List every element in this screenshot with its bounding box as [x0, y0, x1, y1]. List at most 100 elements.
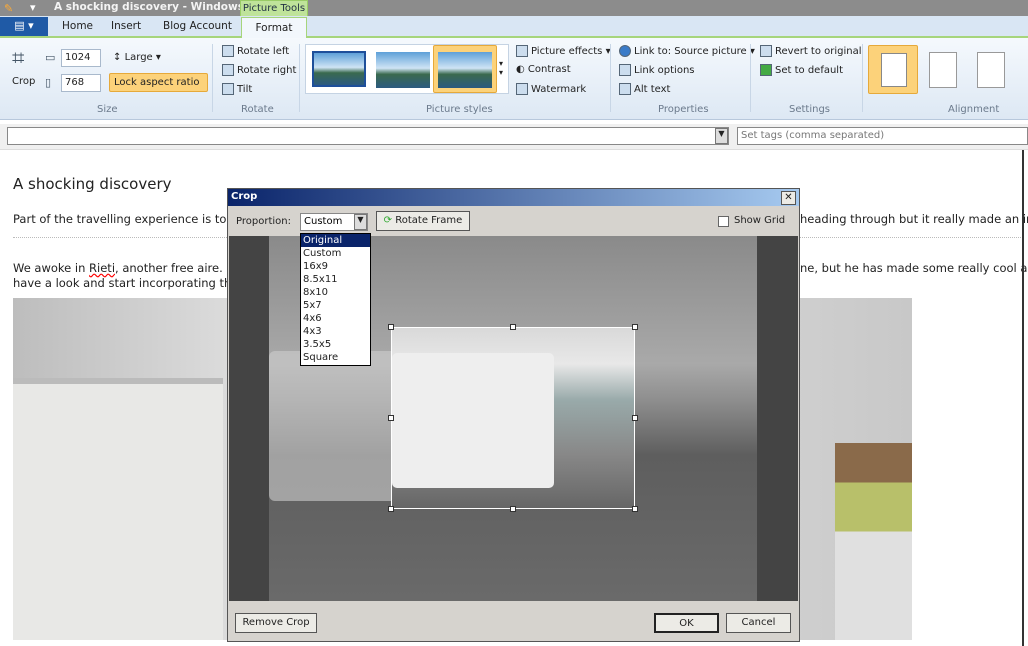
ribbon-tabs: Home Insert Blog Account	[0, 16, 1028, 38]
size-preset-dropdown[interactable]: ↕ Large ▾	[113, 52, 161, 63]
link-to-button[interactable]: Link to: Source picture ▾	[619, 45, 755, 57]
proportion-label: Proportion:	[236, 216, 291, 227]
style-thumbnail[interactable]	[376, 52, 430, 88]
set-default-label: Set to default	[775, 65, 844, 76]
crop-handle[interactable]	[388, 506, 394, 512]
misspelled-word[interactable]: Rieti	[89, 261, 115, 275]
tab-home[interactable]: Home	[62, 20, 93, 32]
link-options-button[interactable]: Link options	[619, 64, 695, 76]
lock-aspect-ratio-button[interactable]: Lock aspect ratio	[109, 73, 208, 92]
watermark-button[interactable]: Watermark	[516, 83, 586, 95]
globe-icon	[619, 45, 631, 57]
crop-selection[interactable]	[391, 327, 635, 509]
revert-label: Revert to original	[775, 46, 862, 57]
option-4x3[interactable]: 4x3	[301, 325, 370, 338]
option-16x9[interactable]: 16x9	[301, 260, 370, 273]
align-left-button[interactable]	[929, 52, 957, 88]
rotate-left-button[interactable]: Rotate left	[222, 45, 289, 57]
chevron-down-icon[interactable]: ▼	[354, 214, 367, 230]
crop-icon[interactable]: ⌗	[12, 46, 24, 71]
group-rotate-label: Rotate	[241, 104, 274, 115]
crop-dialog: Crop ✕ Proportion: Custom ▼ ⟳ Rotate Fra…	[227, 188, 800, 642]
crop-handle[interactable]	[510, 506, 516, 512]
paragraph-2-right: ne, but he has made some really cool ada…	[800, 261, 1028, 275]
align-inline-button[interactable]	[868, 45, 918, 94]
category-dropdown[interactable]	[7, 127, 729, 145]
revert-to-original-button[interactable]: Revert to original	[760, 45, 862, 57]
tags-input[interactable]: Set tags (comma separated)	[737, 127, 1028, 145]
alt-text-icon	[619, 83, 631, 95]
height-input[interactable]: 768	[61, 74, 101, 92]
cancel-button[interactable]: Cancel	[726, 613, 791, 633]
post-title[interactable]: A shocking discovery	[13, 175, 172, 193]
tab-blog-account[interactable]: Blog Account	[163, 20, 232, 32]
link-options-label: Link options	[634, 65, 695, 76]
option-3-5x5[interactable]: 3.5x5	[301, 338, 370, 351]
width-icon: ▭	[45, 51, 56, 64]
text: , another free aire. O	[115, 261, 236, 275]
tab-insert[interactable]: Insert	[111, 20, 141, 32]
remove-crop-button[interactable]: Remove Crop	[235, 613, 317, 633]
option-square[interactable]: Square	[301, 351, 370, 364]
option-original[interactable]: Original	[301, 234, 370, 247]
divider	[212, 44, 213, 112]
rotate-right-label: Rotate right	[237, 65, 297, 76]
lock-aspect-ratio-label: Lock aspect ratio	[114, 77, 200, 88]
crop-handle[interactable]	[510, 324, 516, 330]
tilt-button[interactable]: Tilt	[222, 83, 252, 95]
dialog-title-bar: Crop	[228, 189, 799, 206]
scroll-edge	[1022, 150, 1024, 646]
contrast-button[interactable]: ◐ Contrast	[516, 64, 571, 75]
tilt-label: Tilt	[237, 84, 253, 95]
divider	[862, 44, 863, 112]
close-icon[interactable]: ✕	[781, 191, 796, 205]
rotate-frame-button[interactable]: ⟳ Rotate Frame	[376, 211, 470, 231]
picture-effects-icon	[516, 45, 528, 57]
tab-format[interactable]: Format	[241, 17, 307, 40]
show-grid-checkbox[interactable]	[718, 216, 729, 227]
picture-effects-button[interactable]: Picture effects ▾	[516, 45, 611, 57]
crop-handle[interactable]	[632, 506, 638, 512]
set-to-default-button[interactable]: Set to default	[760, 64, 843, 76]
rotate-right-button[interactable]: Rotate right	[222, 64, 296, 76]
building-image-part	[835, 443, 912, 640]
paragraph-1-right: heading through but it really made an im…	[800, 212, 1028, 226]
watermark-label: Watermark	[531, 84, 587, 95]
option-custom[interactable]: Custom	[301, 247, 370, 260]
gallery-scroll[interactable]: ▾ ▾	[499, 59, 503, 77]
crop-handle[interactable]	[632, 415, 638, 421]
motorhome-shape	[392, 353, 554, 488]
crop-handle[interactable]	[388, 324, 394, 330]
crop-handle[interactable]	[632, 324, 638, 330]
align-right-button[interactable]	[977, 52, 1005, 88]
option-8x10[interactable]: 8x10	[301, 286, 370, 299]
rotate-right-icon	[222, 64, 234, 76]
crop-button[interactable]: Crop	[12, 76, 35, 87]
divider	[750, 44, 751, 112]
style-thumbnail-selected[interactable]	[433, 45, 497, 93]
quick-access-menu[interactable]: ▾	[30, 1, 36, 14]
tag-bar: ▼ Set tags (comma separated)	[0, 124, 1028, 150]
width-input[interactable]: 1024	[61, 49, 101, 67]
option-8-5x11[interactable]: 8.5x11	[301, 273, 370, 286]
alt-text-label: Alt text	[634, 84, 671, 95]
tilt-icon	[222, 83, 234, 95]
option-5x7[interactable]: 5x7	[301, 299, 370, 312]
chevron-down-icon[interactable]: ▼	[715, 128, 728, 144]
option-4x6[interactable]: 4x6	[301, 312, 370, 325]
group-alignment-label: Alignment	[948, 104, 1000, 115]
paragraph-2-line-1: We awoke in Rieti, another free aire. O	[13, 261, 235, 275]
ok-button[interactable]: OK	[654, 613, 719, 633]
dialog-title: Crop	[231, 191, 258, 202]
style-thumbnail[interactable]	[312, 51, 366, 87]
title-bar: ✎ ▾ A shocking discovery - Windows Liv..…	[0, 0, 1028, 16]
contrast-label: Contrast	[527, 64, 571, 75]
alt-text-button[interactable]: Alt text	[619, 83, 670, 95]
height-icon: ▯	[45, 76, 52, 89]
motorhome-image-part	[13, 378, 223, 640]
crop-handle[interactable]	[388, 415, 394, 421]
size-preset-label: Large	[124, 52, 153, 63]
divider	[299, 44, 300, 112]
app-menu-button[interactable]: ▤ ▾	[0, 17, 48, 36]
contrast-icon: ◐	[516, 64, 528, 75]
